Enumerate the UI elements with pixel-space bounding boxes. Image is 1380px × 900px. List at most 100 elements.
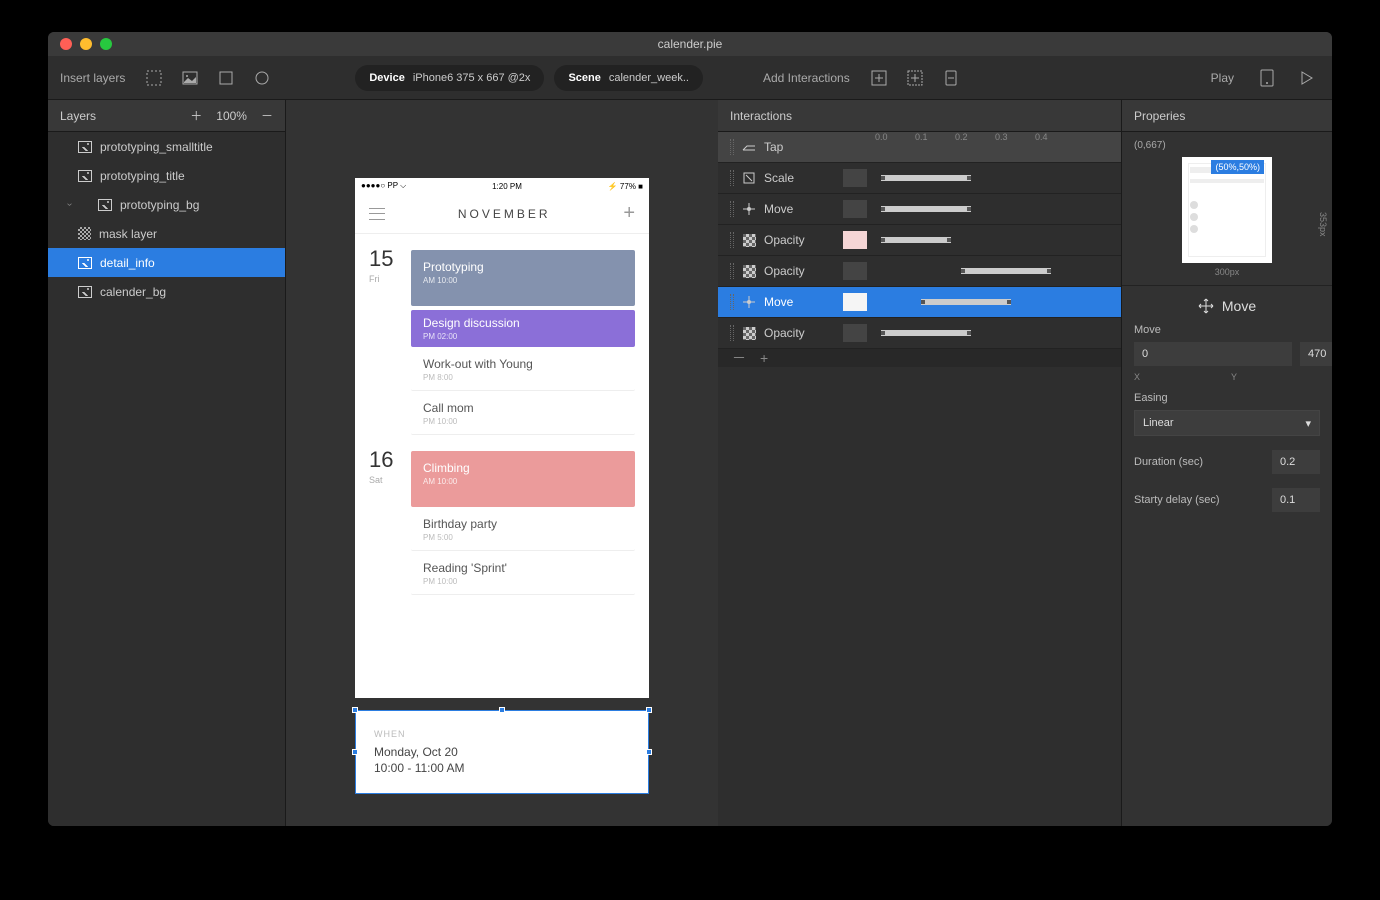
detail-info-layer[interactable]: WHEN Monday, Oct 20 10:00 - 11:00 AM xyxy=(355,710,649,794)
chevron-down-icon: ▾ xyxy=(1305,417,1311,430)
x-label: X xyxy=(1134,372,1223,382)
layer-item[interactable]: mask layer xyxy=(48,219,285,248)
interaction-label: Opacity xyxy=(764,233,805,247)
detail-when-label: WHEN xyxy=(374,729,630,739)
zoom-in-icon[interactable]: － xyxy=(261,107,273,124)
layer-name: calender_bg xyxy=(100,285,166,299)
interactions-panel: Interactions 0.00.10.20.30.4 TapScaleMov… xyxy=(718,100,1122,826)
add-interaction-sparkle-icon[interactable] xyxy=(902,65,928,91)
device-month: NOVEMBER xyxy=(458,207,551,221)
duration-label: Duration (sec) xyxy=(1134,456,1203,468)
timeline-bar[interactable] xyxy=(881,237,951,243)
minimize-icon[interactable] xyxy=(80,38,92,50)
hamburger-icon xyxy=(369,208,385,220)
interaction-thumb xyxy=(843,231,867,249)
delay-input[interactable] xyxy=(1272,488,1320,512)
layers-panel: Layers ＋ 100% － prototyping_smalltitlepr… xyxy=(48,100,286,826)
move-icon xyxy=(742,202,756,216)
y-label: Y xyxy=(1231,372,1320,382)
tap-icon xyxy=(742,140,756,154)
timeline-bar[interactable] xyxy=(881,206,971,212)
anchor-badge: (50%,50%) xyxy=(1211,160,1264,174)
canvas[interactable]: ●●●●○ PP ⌵ 1:20 PM ⚡ 77% ■ NOVEMBER + 15… xyxy=(286,100,718,826)
interaction-thumb xyxy=(843,262,867,280)
move-label: Move xyxy=(1134,324,1320,336)
insert-rect-icon[interactable] xyxy=(213,65,239,91)
layer-item[interactable]: detail_info xyxy=(48,248,285,277)
layers-title: Layers xyxy=(60,109,96,123)
interaction-row[interactable]: Opacity xyxy=(718,225,1121,256)
zoom-out-icon[interactable]: ＋ xyxy=(190,107,202,124)
app-window: calender.pie Insert layers Device iPhone… xyxy=(48,32,1332,826)
device-value: iPhone6 375 x 667 @2x xyxy=(413,72,531,84)
insert-layers-label: Insert layers xyxy=(60,71,125,85)
scene-selector[interactable]: Scene calender_week.. xyxy=(554,65,703,91)
coord-label: (0,667) xyxy=(1134,140,1320,151)
layer-item[interactable]: calender_bg xyxy=(48,277,285,306)
interaction-row[interactable]: Tap xyxy=(718,132,1121,163)
interaction-label: Tap xyxy=(764,140,783,154)
layer-list: prototyping_smalltitle prototyping_title ›… xyxy=(48,132,285,826)
properties-section: Move Move X Y Easing Linear ▾ Duration ( xyxy=(1122,285,1332,524)
status-time: 1:20 PM xyxy=(492,182,522,191)
move-y-input[interactable] xyxy=(1300,342,1332,366)
scale-icon xyxy=(742,171,756,185)
layer-item[interactable]: ›prototyping_bg xyxy=(48,190,285,219)
plus-icon: + xyxy=(623,202,635,225)
insert-image-icon[interactable] xyxy=(177,65,203,91)
duration-input[interactable] xyxy=(1272,450,1320,474)
play-icon[interactable] xyxy=(1294,65,1320,91)
move-icon xyxy=(1198,298,1214,314)
layer-item[interactable]: prototyping_smalltitle xyxy=(48,132,285,161)
device-header: NOVEMBER + xyxy=(355,194,649,234)
interaction-row[interactable]: Opacity xyxy=(718,318,1121,349)
timeline-bar[interactable] xyxy=(921,299,1011,305)
device-selector[interactable]: Device iPhone6 375 x 667 @2x xyxy=(355,65,544,91)
add-interaction-row[interactable]: － + xyxy=(718,349,1121,367)
easing-select[interactable]: Linear ▾ xyxy=(1134,410,1320,436)
layer-name: prototyping_bg xyxy=(120,198,199,212)
add-interaction-device-icon[interactable] xyxy=(938,65,964,91)
detail-time: 10:00 - 11:00 AM xyxy=(374,761,630,775)
device-statusbar: ●●●●○ PP ⌵ 1:20 PM ⚡ 77% ■ xyxy=(355,178,649,194)
interaction-row[interactable]: Opacity xyxy=(718,256,1121,287)
img-icon xyxy=(78,286,92,298)
interaction-thumb xyxy=(843,138,867,156)
preview-width: 300px xyxy=(1134,267,1320,277)
device-label: Device xyxy=(369,72,404,84)
properties-preview: (0,667) (50%,50%) 353px 300px xyxy=(1122,132,1332,285)
add-interactions-label: Add Interactions xyxy=(763,71,850,85)
img-icon xyxy=(78,257,92,269)
properties-title: Properies xyxy=(1134,109,1185,123)
interaction-label: Scale xyxy=(764,171,794,185)
interactions-title: Interactions xyxy=(730,109,792,123)
img-icon xyxy=(78,141,92,153)
insert-circle-icon[interactable] xyxy=(249,65,275,91)
add-interaction-plus-icon[interactable] xyxy=(866,65,892,91)
preview-height: 353px xyxy=(1318,212,1328,237)
interaction-row[interactable]: Move xyxy=(718,194,1121,225)
status-left: ●●●●○ PP ⌵ xyxy=(361,181,406,191)
interaction-label: Move xyxy=(764,295,793,309)
interaction-row[interactable]: Move xyxy=(718,287,1121,318)
layer-name: prototyping_title xyxy=(100,169,185,183)
move-icon xyxy=(742,295,756,309)
zoom-icon[interactable] xyxy=(100,38,112,50)
layer-name: detail_info xyxy=(100,256,155,270)
play-device-icon[interactable] xyxy=(1254,65,1280,91)
window-title: calender.pie xyxy=(658,37,723,51)
interaction-row[interactable]: Scale xyxy=(718,163,1121,194)
img-icon xyxy=(98,199,112,211)
layer-item[interactable]: prototyping_title xyxy=(48,161,285,190)
interaction-thumb xyxy=(843,169,867,187)
timeline-bar[interactable] xyxy=(881,175,971,181)
insert-rect-dashed-icon[interactable] xyxy=(141,65,167,91)
timeline-bar[interactable] xyxy=(881,330,971,336)
layer-name: prototyping_smalltitle xyxy=(100,140,213,154)
timeline-bar[interactable] xyxy=(961,268,1051,274)
move-x-input[interactable] xyxy=(1134,342,1292,366)
interaction-thumb xyxy=(843,324,867,342)
close-icon[interactable] xyxy=(60,38,72,50)
delay-label: Starty delay (sec) xyxy=(1134,494,1220,506)
opacity-icon xyxy=(742,264,756,278)
